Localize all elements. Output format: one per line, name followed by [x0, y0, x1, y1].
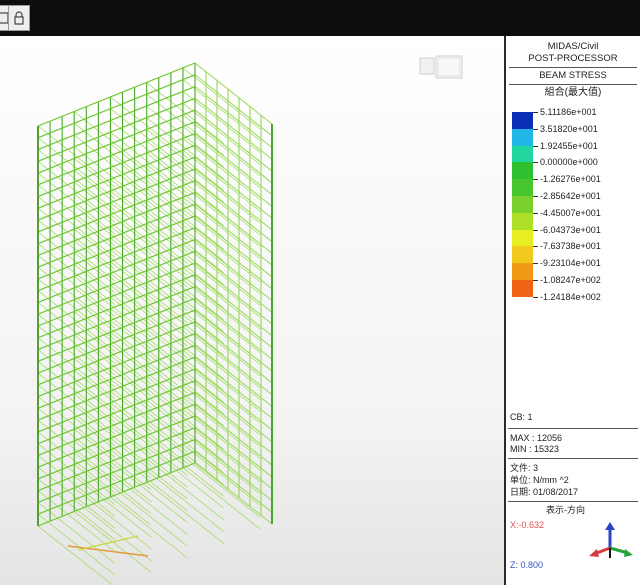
legend-tick: [533, 212, 538, 214]
legend-tick: [533, 179, 538, 181]
legend-swatch: [512, 112, 533, 129]
lock-icon: [14, 11, 24, 25]
component-label: 組合(最大值): [544, 87, 602, 98]
unit-label: 单位: N/mm ^2: [510, 475, 569, 485]
divider: [508, 428, 638, 429]
legend-tick: [533, 128, 538, 130]
legend-value: -7.63738e+001: [540, 241, 601, 252]
model-viewport[interactable]: [0, 36, 504, 585]
legend-value: -1.08247e+002: [540, 275, 601, 285]
legend-value: -2.85642e+001: [540, 191, 601, 201]
legend-swatch: [512, 128, 533, 146]
legend-value: 1.92455e+001: [540, 140, 598, 151]
divider: [509, 67, 637, 68]
divider: [508, 458, 638, 459]
legend-swatch: [512, 212, 533, 230]
lock-button[interactable]: [8, 5, 30, 31]
color-scale: 5.11186e+001 3.51820e+001 1.92455e+001 0.00…: [506, 105, 640, 305]
module-name: POST-PROCESSOR: [528, 53, 618, 64]
file-label: 文件: 3: [510, 463, 539, 473]
result-type: BEAM STRESS: [539, 70, 607, 81]
view-cube-icon[interactable]: [418, 54, 466, 82]
product-name: MIDAS/Civil: [547, 41, 599, 52]
legend-swatch: [512, 196, 533, 213]
legend-value: -6.04373e+001: [540, 224, 601, 235]
min-label: MIN : 15323: [510, 444, 560, 454]
legend-swatch: [512, 280, 533, 297]
z-direction: Z: 0.800: [510, 560, 544, 570]
legend-tick: [533, 263, 538, 265]
legend-swatch: [512, 162, 533, 180]
legend-value: -1.24184e+002: [540, 291, 601, 302]
legend-value: 3.51820e+001: [540, 123, 598, 134]
legend-swatch: [512, 145, 533, 163]
legend-tick: [533, 145, 538, 147]
toolbar: [0, 0, 640, 36]
legend-swatch: [512, 263, 533, 280]
legend-value: 0.00000e+000: [540, 157, 598, 168]
legend-value: 5.11186e+001: [540, 107, 597, 117]
axis-triad-icon: [589, 522, 633, 558]
legend-value: -9.23104e+001: [540, 258, 601, 269]
legend-tick: [533, 112, 538, 113]
legend-panel: MIDAS/Civil POST-PROCESSOR BEAM STRESS 組…: [504, 36, 640, 585]
max-label: MAX : 12056: [510, 433, 563, 443]
x-direction: X:-0.632: [510, 520, 545, 530]
legend-tick: [533, 196, 538, 197]
frame-model: [37, 62, 273, 585]
cb-label: CB: 1: [510, 412, 533, 422]
legend-swatch: [512, 179, 533, 196]
legend-swatch: [512, 246, 533, 264]
view-direction-label: 表示-方向: [546, 505, 585, 515]
legend-tick: [533, 162, 538, 164]
legend-value: -4.45007e+001: [540, 207, 601, 218]
legend-tick: [533, 229, 538, 231]
legend-tick: [533, 246, 538, 248]
divider: [509, 84, 637, 85]
legend-swatch: [512, 229, 533, 247]
date-label: 日期: 01/08/2017: [510, 487, 579, 497]
legend-tick: [533, 296, 538, 298]
divider: [508, 501, 638, 502]
legend-value: -1.26276e+001: [540, 174, 601, 185]
legend-tick: [533, 280, 538, 281]
